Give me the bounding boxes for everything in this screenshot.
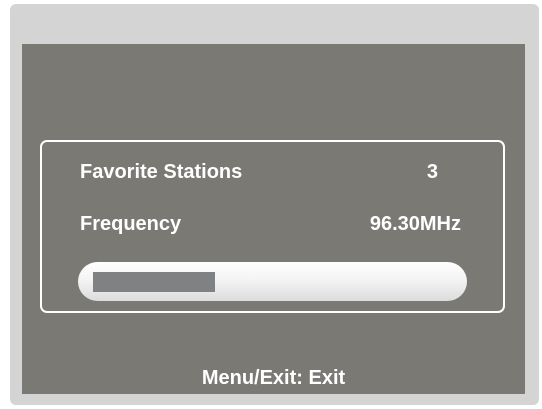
frequency-label: Frequency	[80, 213, 182, 235]
favorite-stations-label: Favorite Stations	[80, 161, 243, 183]
signal-bar	[78, 262, 467, 301]
osd-frame: Favorite Stations 3 Frequency 96.30MHz M…	[10, 4, 539, 405]
frequency-value: 96.30MHz	[369, 213, 461, 235]
osd-screen: Favorite Stations 3 Frequency 96.30MHz M…	[22, 44, 525, 394]
signal-bar-fill	[93, 272, 215, 292]
menu-exit-hint: Menu/Exit: Exit	[201, 367, 346, 389]
favorite-stations-value: 3	[426, 161, 438, 183]
station-info-panel: Favorite Stations 3 Frequency 96.30MHz	[40, 140, 505, 313]
